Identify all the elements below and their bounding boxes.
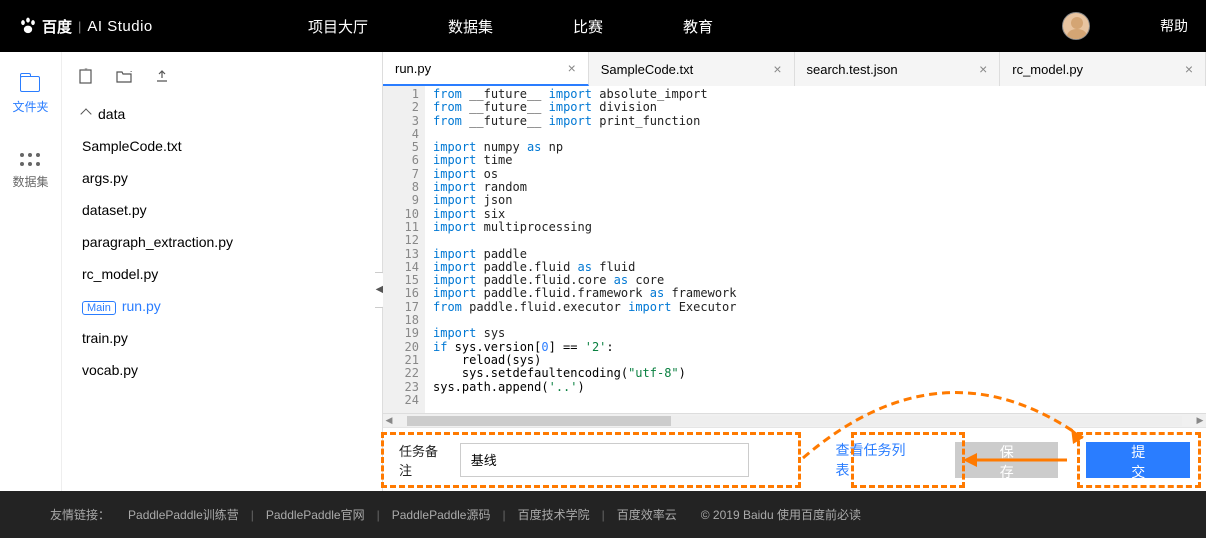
footer-prefix: 友情链接：: [50, 506, 110, 523]
nav-competitions[interactable]: 比赛: [573, 16, 603, 37]
topbar-right: 帮助: [1062, 12, 1188, 40]
folder-label: data: [98, 106, 125, 122]
help-link[interactable]: 帮助: [1160, 16, 1188, 36]
footer-link-3[interactable]: 百度技术学院: [518, 506, 590, 523]
horizontal-scrollbar[interactable]: ◀ ▶: [383, 413, 1206, 427]
svg-text:+: +: [130, 69, 132, 76]
tab-samplecode[interactable]: SampleCode.txt ×: [589, 52, 795, 86]
editor-column: ◀ run.py × SampleCode.txt × search.test.js…: [382, 52, 1206, 491]
tab-searchjson[interactable]: search.test.json ×: [795, 52, 1001, 86]
editor-tabs: run.py × SampleCode.txt × search.test.json…: [383, 52, 1206, 86]
chevron-up-icon: [80, 108, 91, 119]
scroll-thumb[interactable]: [407, 416, 671, 426]
tab-label: rc_model.py: [1012, 62, 1083, 77]
tab-label: run.py: [395, 61, 431, 76]
close-icon[interactable]: ×: [979, 61, 987, 77]
tree-item-samplecode[interactable]: SampleCode.txt: [76, 130, 368, 162]
tree-item-args[interactable]: args.py: [76, 162, 368, 194]
rail-folders[interactable]: 文件夹: [12, 76, 48, 115]
tree-run-label: run.py: [122, 298, 161, 314]
footer-link-0[interactable]: PaddlePaddle训练营: [128, 506, 239, 523]
scroll-track[interactable]: [407, 416, 1182, 426]
footer: 友情链接： PaddlePaddle训练营| PaddlePaddle官网| P…: [0, 491, 1206, 538]
tree-folder-data[interactable]: data: [76, 98, 368, 130]
logo-block: 百度 | AI Studio: [18, 16, 208, 37]
upload-icon[interactable]: [154, 68, 170, 84]
paw-icon: [18, 16, 38, 36]
rail-dataset-label: 数据集: [12, 173, 48, 190]
line-gutter: 123456789101112131415161718192021222324: [383, 86, 425, 413]
tab-label: search.test.json: [807, 62, 898, 77]
brand-en: AI Studio: [87, 18, 152, 35]
brand-cn: 百度: [42, 16, 72, 37]
file-tree: data SampleCode.txt args.py dataset.py p…: [76, 98, 368, 386]
code-editor[interactable]: 123456789101112131415161718192021222324 …: [383, 86, 1206, 413]
new-file-icon[interactable]: +: [78, 68, 94, 84]
topbar: 百度 | AI Studio 项目大厅 数据集 比赛 教育 帮助: [0, 0, 1206, 52]
baidu-logo[interactable]: 百度: [18, 16, 72, 37]
tree-item-paragraph[interactable]: paragraph_extraction.py: [76, 226, 368, 258]
nav-datasets[interactable]: 数据集: [448, 16, 493, 37]
left-rail: 文件夹 数据集: [0, 52, 62, 491]
footer-copyright: © 2019 Baidu 使用百度前必读: [701, 506, 861, 523]
scroll-right-icon[interactable]: ▶: [1194, 415, 1206, 427]
submit-button[interactable]: 提交: [1086, 442, 1190, 478]
save-button[interactable]: 保存: [955, 442, 1059, 478]
close-icon[interactable]: ×: [1185, 61, 1193, 77]
close-icon[interactable]: ×: [568, 60, 576, 76]
tree-item-run[interactable]: Main run.py: [76, 290, 368, 322]
footer-link-1[interactable]: PaddlePaddle官网: [266, 506, 365, 523]
footer-link-4[interactable]: 百度效率云: [617, 506, 677, 523]
task-note-label: 任务备注: [399, 441, 446, 479]
close-icon[interactable]: ×: [773, 61, 781, 77]
brand-divider: |: [78, 19, 81, 34]
tree-item-vocab[interactable]: vocab.py: [76, 354, 368, 386]
main-badge: Main: [82, 301, 116, 315]
svg-text:+: +: [83, 68, 88, 73]
tab-run[interactable]: run.py ×: [383, 52, 589, 86]
code-content[interactable]: from __future__ import absolute_importfr…: [425, 86, 1206, 413]
tab-label: SampleCode.txt: [601, 62, 694, 77]
dots-icon: [20, 153, 40, 167]
rail-datasets[interactable]: 数据集: [12, 153, 48, 190]
file-pane: + + data SampleCode.txt args.py dataset.…: [62, 52, 382, 491]
file-actions: + +: [76, 62, 368, 98]
main-area: 文件夹 数据集 + + data SampleCode.txt args.py …: [0, 52, 1206, 491]
rail-folders-label: 文件夹: [12, 98, 48, 115]
avatar[interactable]: [1062, 12, 1090, 40]
task-panel: 任务备注 查看任务列表 保存 提交: [383, 427, 1206, 491]
scroll-left-icon[interactable]: ◀: [383, 415, 395, 427]
tree-item-dataset[interactable]: dataset.py: [76, 194, 368, 226]
tree-item-rcmodel[interactable]: rc_model.py: [76, 258, 368, 290]
tree-item-train[interactable]: train.py: [76, 322, 368, 354]
nav-education[interactable]: 教育: [683, 16, 713, 37]
topnav: 项目大厅 数据集 比赛 教育: [308, 16, 713, 37]
tab-rcmodel[interactable]: rc_model.py ×: [1000, 52, 1206, 86]
task-note-input[interactable]: [460, 443, 750, 477]
new-folder-icon[interactable]: +: [116, 68, 132, 84]
folder-icon: [20, 76, 40, 92]
view-tasklist-link[interactable]: 查看任务列表: [835, 440, 910, 480]
nav-projects[interactable]: 项目大厅: [308, 16, 368, 37]
footer-link-2[interactable]: PaddlePaddle源码: [392, 506, 491, 523]
